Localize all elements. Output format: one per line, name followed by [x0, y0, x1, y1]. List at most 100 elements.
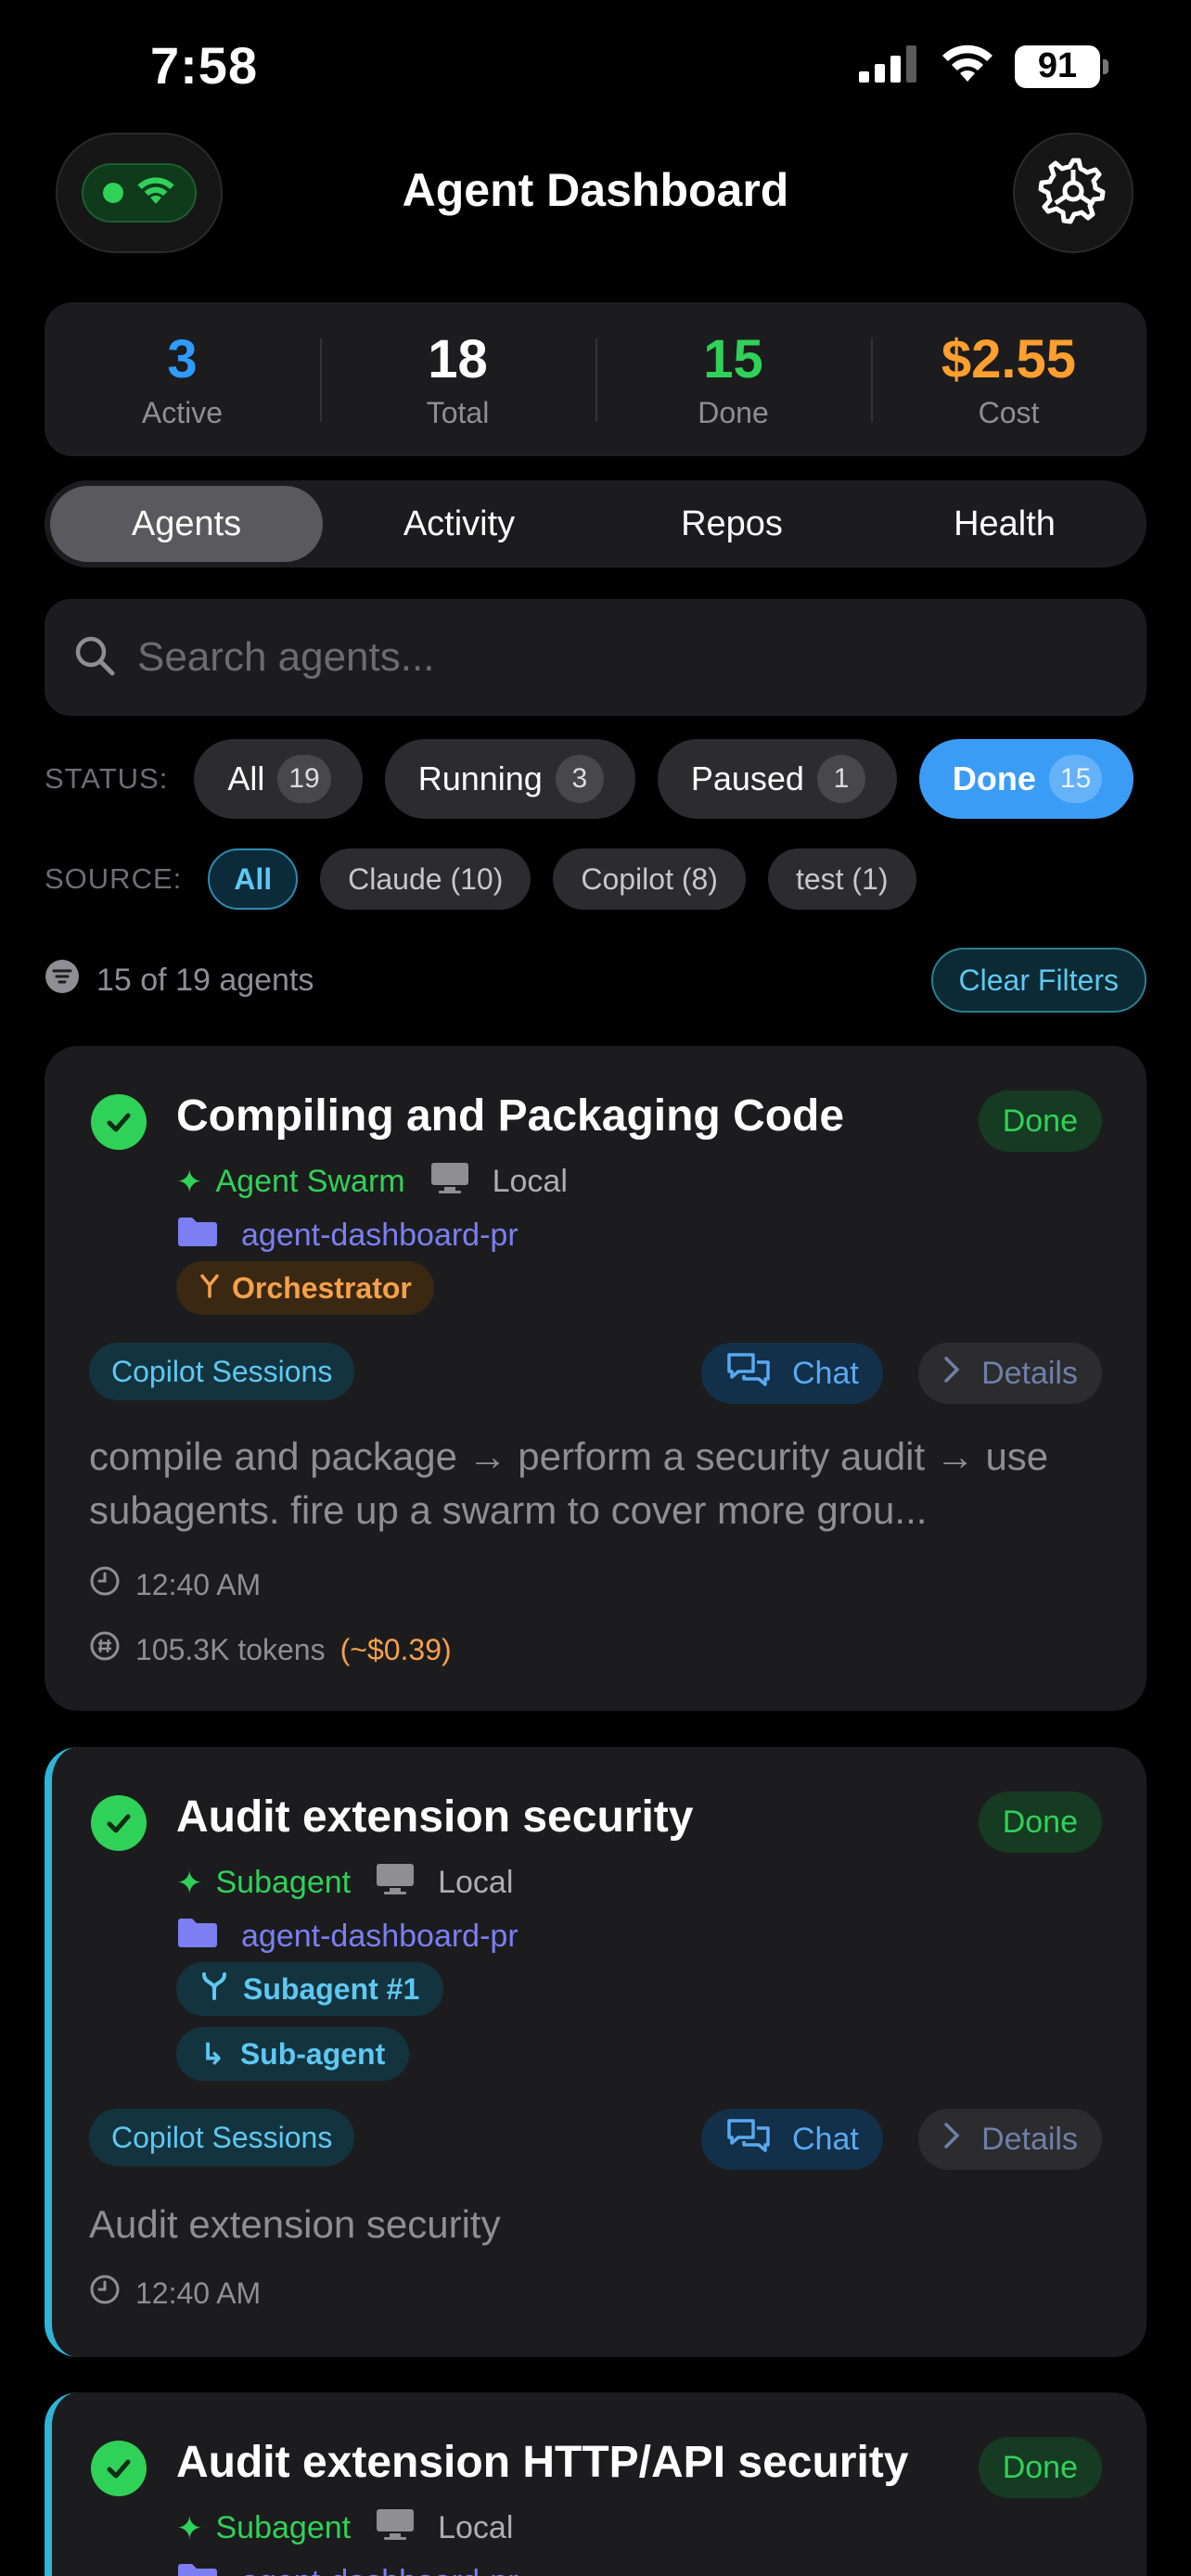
stat-label: Active — [141, 395, 224, 429]
agent-card[interactable]: Compiling and Packaging Code Done ✦ Agen… — [45, 1046, 1146, 1711]
tokens-text: 105.3K tokens — [135, 1632, 326, 1666]
agent-source: Subagent — [215, 1865, 352, 1900]
chevron-right-icon — [942, 1355, 961, 1393]
subagent-label: Subagent #1 — [243, 1971, 420, 2006]
source-chip-copilot[interactable]: Copilot (8) — [553, 848, 746, 910]
clear-filters-button[interactable]: Clear Filters — [930, 948, 1146, 1013]
details-button[interactable]: Details — [918, 1343, 1102, 1404]
settings-button[interactable] — [1013, 133, 1133, 253]
agent-card[interactable]: Audit extension HTTP/API security Done ✦… — [45, 2392, 1146, 2576]
status-filter-label: STATUS: — [45, 762, 169, 795]
stat-value: $2.55 — [941, 328, 1077, 389]
source-filter-row: SOURCE: All Claude (10) Copilot (8) test… — [45, 848, 916, 910]
source-chip-claude[interactable]: Claude (10) — [320, 848, 531, 910]
agent-repo[interactable]: agent-dashboard-pr — [176, 2561, 519, 2576]
status-chip-running[interactable]: Running 3 — [384, 739, 635, 819]
stat-value: 18 — [428, 328, 488, 389]
status-badge: Done — [978, 2437, 1102, 2498]
agent-meta: ✦ Subagent Local — [176, 1862, 513, 1904]
agent-source: Subagent — [215, 2510, 352, 2545]
stat-value: 3 — [167, 328, 198, 389]
tab-repos[interactable]: Repos — [596, 486, 868, 562]
computer-icon — [375, 2507, 416, 2549]
stat-label: Cost — [978, 395, 1040, 429]
return-arrow-icon: ↳ — [200, 2037, 225, 2071]
results-summary: 15 of 19 agents Clear Filters — [45, 948, 1146, 1013]
subagent-badge: Subagent #1 — [176, 1962, 444, 2016]
search-input[interactable] — [137, 634, 1065, 681]
source-chip-test[interactable]: test (1) — [767, 848, 916, 910]
agent-tokens: 105.3K tokens (~$0.39) — [89, 1630, 452, 1669]
stat-value: 15 — [703, 328, 763, 389]
chat-icon — [725, 1351, 772, 1396]
tab-bar: Agents Activity Repos Health — [45, 480, 1146, 567]
status-chip-all[interactable]: All 19 — [194, 739, 363, 819]
chip-label: Running — [417, 759, 543, 797]
chip-count: 19 — [277, 755, 331, 803]
agent-source: Agent Swarm — [215, 1164, 405, 1199]
chat-button[interactable]: Chat — [701, 1343, 883, 1404]
folder-icon — [176, 1916, 219, 1958]
computer-icon — [429, 1161, 470, 1203]
done-check-icon — [91, 1094, 147, 1150]
agent-card[interactable]: Audit extension security Done ✦ Subagent… — [45, 1747, 1146, 2357]
done-check-icon — [91, 2441, 147, 2496]
results-count-text: 15 of 19 agents — [96, 962, 314, 998]
chip-count: 1 — [816, 755, 865, 803]
stat-total: 18 Total — [320, 329, 596, 430]
sparkle-icon: ✦ — [176, 1164, 203, 1200]
source-chip-all[interactable]: All — [208, 848, 299, 910]
status-chip-paused[interactable]: Paused 1 — [657, 739, 897, 819]
chip-count: 3 — [555, 755, 604, 803]
agent-location: Local — [438, 1865, 514, 1900]
sparkle-icon: ✦ — [176, 2510, 203, 2546]
status-time: 7:58 — [150, 36, 259, 95]
filter-icon — [45, 959, 80, 1002]
status-badge: Done — [978, 1792, 1102, 1853]
chat-icon — [725, 2117, 772, 2162]
search-icon — [72, 633, 117, 682]
tab-health[interactable]: Health — [868, 486, 1141, 562]
agent-title: Compiling and Packaging Code — [176, 1091, 845, 1141]
details-button[interactable]: Details — [918, 2109, 1102, 2170]
status-filter-row: STATUS: All 19 Running 3 Paused 1 Done 1… — [45, 739, 1134, 819]
branch-icon — [198, 1271, 221, 1306]
clock-icon — [89, 2274, 121, 2313]
agent-location: Local — [438, 2510, 514, 2545]
status-indicators: 91 — [859, 45, 1108, 88]
time-text: 12:40 AM — [135, 1567, 262, 1601]
chip-label: Done — [952, 759, 1036, 797]
search-bar — [45, 599, 1146, 716]
subagent-type-label: Sub-agent — [239, 2036, 386, 2071]
chip-count: 15 — [1048, 755, 1103, 803]
stat-cost: $2.55 Cost — [871, 329, 1146, 430]
computer-icon — [375, 1862, 416, 1904]
stats-panel: 3 Active 18 Total 15 Done $2.55 Cost — [45, 302, 1146, 456]
status-chip-done[interactable]: Done 15 — [918, 739, 1134, 819]
repo-name: agent-dashboard-pr — [241, 1218, 519, 1253]
stat-label: Total — [426, 395, 490, 429]
agent-title: Audit extension HTTP/API security — [176, 2438, 909, 2487]
wifi-icon — [941, 45, 994, 88]
chat-button[interactable]: Chat — [701, 2109, 883, 2170]
status-badge: Done — [978, 1090, 1102, 1152]
gear-icon — [1037, 155, 1109, 232]
agent-location: Local — [492, 1164, 568, 1199]
repo-name: agent-dashboard-pr — [241, 1919, 519, 1954]
agent-title: Audit extension security — [176, 1792, 694, 1842]
results-count: 15 of 19 agents — [45, 959, 314, 1002]
agent-repo[interactable]: agent-dashboard-pr — [176, 1916, 519, 1958]
repo-name: agent-dashboard-pr — [241, 2564, 519, 2576]
stat-active: 3 Active — [45, 329, 320, 430]
stat-done: 15 Done — [596, 329, 871, 430]
tab-agents[interactable]: Agents — [50, 486, 323, 562]
sparkle-icon: ✦ — [176, 1865, 203, 1901]
agent-time: 12:40 AM — [89, 1565, 261, 1604]
chip-label: All — [227, 759, 265, 797]
hash-icon — [89, 1630, 121, 1669]
agent-repo[interactable]: agent-dashboard-pr — [176, 1215, 519, 1256]
time-text: 12:40 AM — [135, 2276, 262, 2310]
clock-icon — [89, 1565, 121, 1604]
tab-activity[interactable]: Activity — [323, 486, 596, 562]
agent-meta: ✦ Subagent Local — [176, 2507, 513, 2549]
